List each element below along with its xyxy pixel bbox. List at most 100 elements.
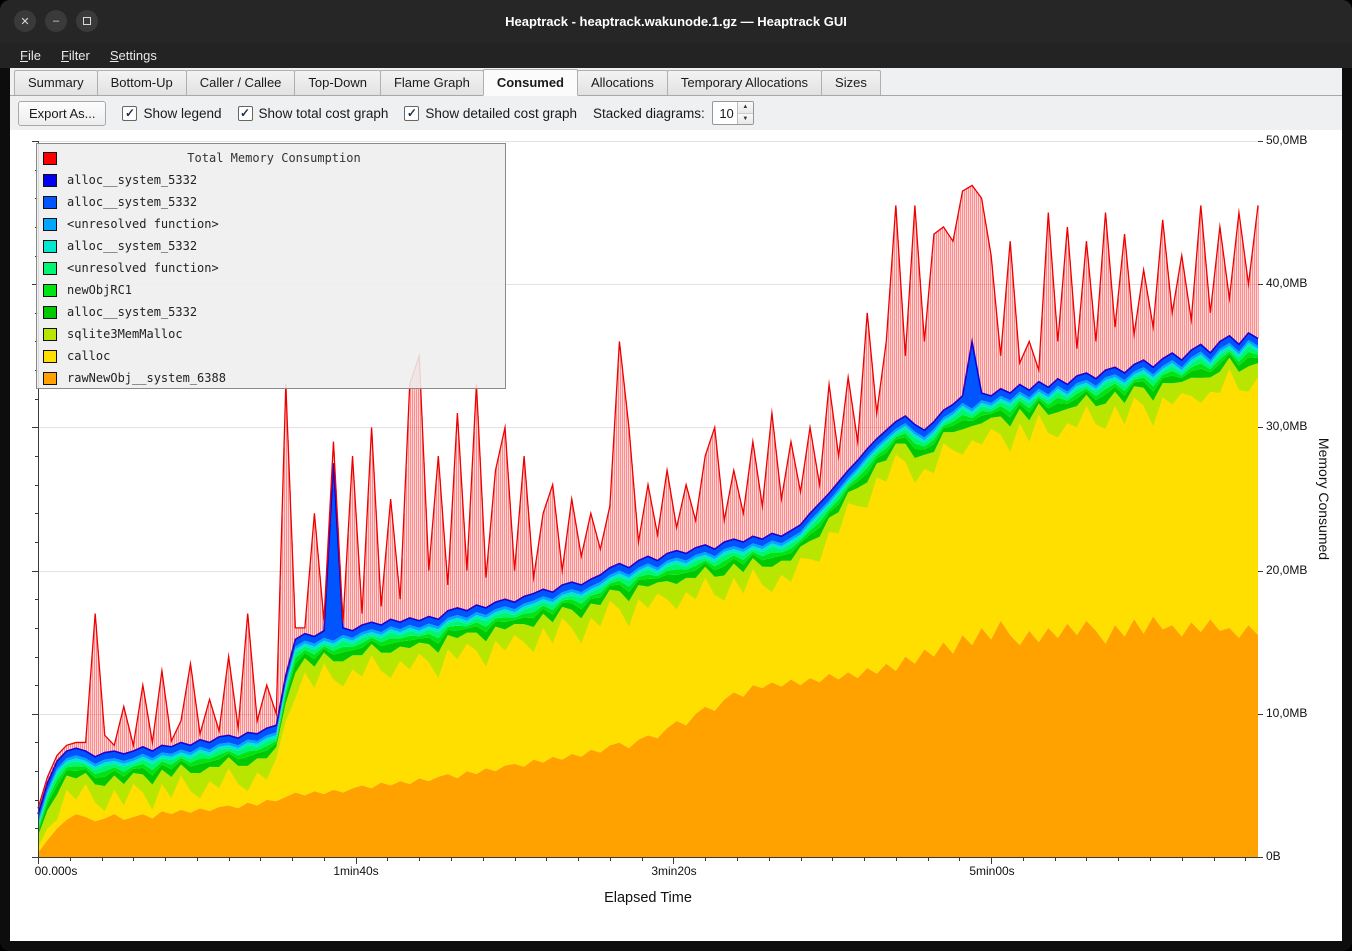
chart-legend: Total Memory Consumption alloc__system_5… — [36, 143, 506, 389]
x-tick-label: 1min40s — [333, 864, 378, 878]
legend-swatch — [43, 284, 57, 297]
spin-up-button[interactable]: ▲ — [738, 102, 753, 114]
chevron-down-icon: ▼ — [742, 116, 748, 122]
spin-down-button[interactable]: ▼ — [738, 114, 753, 125]
x-tick-label: 00.000s — [35, 864, 78, 878]
window-title: Heaptrack - heaptrack.wakunode.1.gz — He… — [0, 14, 1352, 29]
legend-swatch — [43, 174, 57, 187]
legend-item-label: alloc__system_5332 — [67, 173, 197, 187]
legend-swatch — [43, 240, 57, 253]
menu-filter-mnemonic: F — [61, 48, 69, 63]
menu-settings-mnemonic: S — [110, 48, 119, 63]
legend-swatch-total — [43, 152, 57, 165]
main-content: Summary Bottom-Up Caller / Callee Top-Do… — [10, 68, 1342, 941]
stacked-diagrams-group: Stacked diagrams: 10 ▲ ▼ — [593, 101, 754, 125]
x-tick-label: 3min20s — [651, 864, 696, 878]
show-total-cost-graph-checkbox[interactable]: ✓ Show total cost graph — [238, 106, 389, 121]
y-axis-title: Memory Consumed — [1316, 438, 1332, 560]
spinbox-value: 10 — [713, 102, 737, 124]
checkbox-label: Show total cost graph — [259, 106, 389, 121]
checkbox-label: Show detailed cost graph — [425, 106, 577, 121]
legend-item: sqlite3MemMalloc — [37, 323, 505, 345]
toolbar: Export As... ✓ Show legend ✓ Show total … — [10, 96, 1342, 130]
export-as-button[interactable]: Export As... — [18, 101, 106, 126]
maximize-icon — [83, 17, 91, 25]
legend-swatch — [43, 306, 57, 319]
tab-temporary-allocations[interactable]: Temporary Allocations — [667, 70, 822, 95]
legend-item-label: sqlite3MemMalloc — [67, 327, 183, 341]
y-tick-label: 10,0MB — [1266, 706, 1307, 720]
window-controls: ✕ – — [0, 10, 98, 32]
check-icon: ✓ — [407, 107, 417, 119]
close-icon: ✕ — [20, 15, 29, 28]
close-button[interactable]: ✕ — [14, 10, 36, 32]
legend-item: alloc__system_5332 — [37, 191, 505, 213]
legend-title-row: Total Memory Consumption — [37, 147, 505, 169]
titlebar: ✕ – Heaptrack - heaptrack.wakunode.1.gz … — [0, 0, 1352, 42]
legend-item-label: alloc__system_5332 — [67, 239, 197, 253]
minimize-icon: – — [53, 15, 59, 27]
legend-item-label: calloc — [67, 349, 110, 363]
stacked-diagrams-spinbox[interactable]: 10 ▲ ▼ — [712, 101, 754, 125]
tab-caller-callee[interactable]: Caller / Callee — [186, 70, 296, 95]
legend-swatch — [43, 196, 57, 209]
menu-file[interactable]: File — [10, 45, 51, 66]
y-tick-label: 0B — [1266, 849, 1281, 863]
legend-swatch — [43, 328, 57, 341]
legend-item: calloc — [37, 345, 505, 367]
menubar: File Filter Settings — [0, 42, 1352, 68]
legend-item-label: newObjRC1 — [67, 283, 132, 297]
legend-item: alloc__system_5332 — [37, 301, 505, 323]
legend-item: newObjRC1 — [37, 279, 505, 301]
y-tick-label: 20,0MB — [1266, 563, 1307, 577]
show-detailed-cost-graph-checkbox[interactable]: ✓ Show detailed cost graph — [404, 106, 577, 121]
stacked-diagrams-label: Stacked diagrams: — [593, 106, 705, 121]
x-axis-title: Elapsed Time — [604, 890, 692, 906]
legend-item-label: <unresolved function> — [67, 217, 219, 231]
tab-sizes[interactable]: Sizes — [821, 70, 881, 95]
x-tick-label: 5min00s — [969, 864, 1014, 878]
menu-file-mnemonic: F — [20, 48, 28, 63]
tab-bottom-up[interactable]: Bottom-Up — [97, 70, 187, 95]
check-icon: ✓ — [125, 107, 135, 119]
maximize-button[interactable] — [76, 10, 98, 32]
legend-swatch — [43, 262, 57, 275]
legend-item-label: rawNewObj__system_6388 — [67, 371, 226, 385]
legend-item: alloc__system_5332 — [37, 235, 505, 257]
memory-consumption-chart: Total Memory Consumption alloc__system_5… — [10, 130, 1342, 941]
menu-filter-rest: ilter — [69, 48, 90, 63]
minimize-button[interactable]: – — [45, 10, 67, 32]
legend-item: <unresolved function> — [37, 257, 505, 279]
menu-file-rest: ile — [28, 48, 41, 63]
legend-item: <unresolved function> — [37, 213, 505, 235]
tab-consumed[interactable]: Consumed — [483, 69, 578, 96]
legend-title: Total Memory Consumption — [67, 151, 481, 165]
menu-settings-rest: ettings — [119, 48, 157, 63]
legend-item-label: alloc__system_5332 — [67, 305, 197, 319]
legend-item: alloc__system_5332 — [37, 169, 505, 191]
tab-summary[interactable]: Summary — [14, 70, 98, 95]
check-icon: ✓ — [240, 107, 250, 119]
checkbox-box: ✓ — [122, 106, 137, 121]
legend-swatch — [43, 218, 57, 231]
chevron-up-icon: ▲ — [742, 104, 748, 110]
tab-allocations[interactable]: Allocations — [577, 70, 668, 95]
menu-filter[interactable]: Filter — [51, 45, 100, 66]
y-tick-label: 50,0MB — [1266, 133, 1307, 147]
spinbox-buttons: ▲ ▼ — [737, 102, 753, 124]
legend-swatch — [43, 350, 57, 363]
legend-swatch — [43, 372, 57, 385]
legend-item: rawNewObj__system_6388 — [37, 367, 505, 389]
show-legend-checkbox[interactable]: ✓ Show legend — [122, 106, 221, 121]
checkbox-box: ✓ — [238, 106, 253, 121]
y-tick-label: 30,0MB — [1266, 419, 1307, 433]
heaptrack-window: ✕ – Heaptrack - heaptrack.wakunode.1.gz … — [0, 0, 1352, 951]
legend-item-label: alloc__system_5332 — [67, 195, 197, 209]
legend-item-label: <unresolved function> — [67, 261, 219, 275]
checkbox-label: Show legend — [143, 106, 221, 121]
tab-flame-graph[interactable]: Flame Graph — [380, 70, 484, 95]
tab-bar: Summary Bottom-Up Caller / Callee Top-Do… — [10, 68, 1342, 96]
y-tick-label: 40,0MB — [1266, 276, 1307, 290]
tab-top-down[interactable]: Top-Down — [294, 70, 381, 95]
menu-settings[interactable]: Settings — [100, 45, 167, 66]
